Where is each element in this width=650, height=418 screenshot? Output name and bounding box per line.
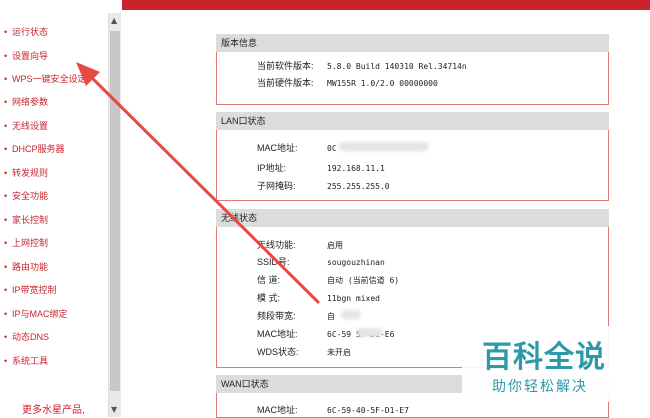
annotation-arrow [76,62,320,304]
arrow-shaft [84,70,320,304]
